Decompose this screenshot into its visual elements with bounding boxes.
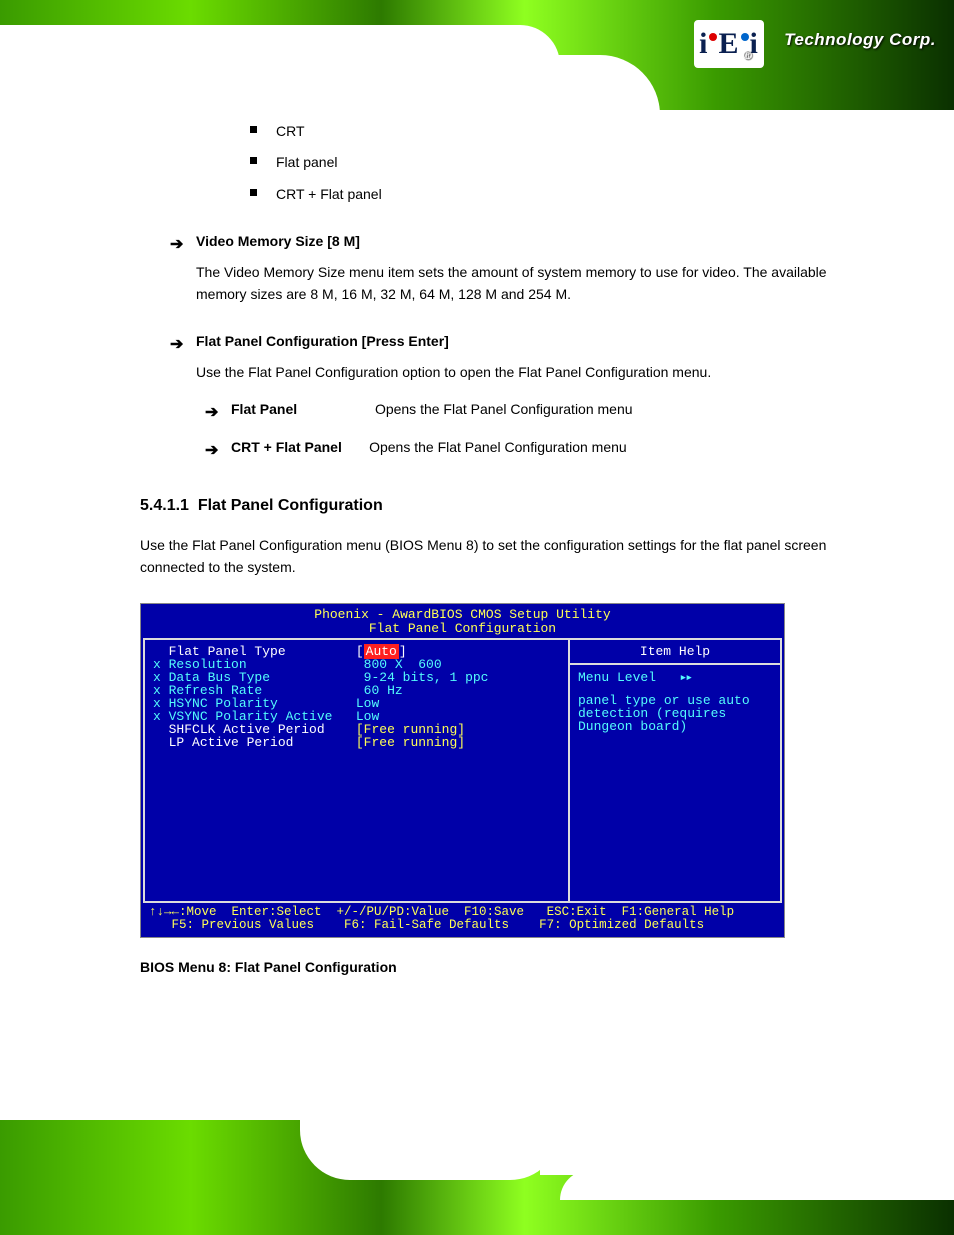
bios-row-lp[interactable]: LP Active Period [Free running] bbox=[153, 736, 560, 749]
bios-right-pane: Item Help Menu Level ▸▸ panel type or us… bbox=[570, 640, 780, 901]
registered-icon: ® bbox=[743, 48, 752, 62]
section-number: 5.4.1.1 bbox=[140, 497, 189, 514]
chevron-right-icon: ▸▸ bbox=[679, 670, 691, 685]
section-body: Use the Flat Panel Configuration menu (B… bbox=[140, 534, 854, 579]
bios-box: Flat Panel Type [Auto] x Resolution 800 … bbox=[143, 638, 782, 903]
option-flat-panel-config: ➔ Flat Panel Configuration [Press Enter] bbox=[140, 330, 854, 352]
option-title: Flat Panel Configuration [Press Enter] bbox=[196, 333, 449, 349]
header-cut bbox=[0, 25, 560, 65]
bios-help-text: panel type or use auto detection (requir… bbox=[578, 694, 772, 733]
footer-cut-strip bbox=[560, 1170, 954, 1200]
brand-logo: iEi bbox=[694, 20, 764, 68]
section-heading: 5.4.1.1 Flat Panel Configuration bbox=[140, 493, 854, 519]
header-curve bbox=[540, 55, 660, 110]
sub-option-desc: Opens the Flat Panel Configuration menu bbox=[369, 439, 627, 455]
bios-help-title: Item Help bbox=[570, 640, 780, 665]
bios-screenshot: Phoenix - AwardBIOS CMOS Setup Utility F… bbox=[140, 603, 785, 938]
footer-band bbox=[0, 1120, 954, 1235]
figure-caption: BIOS Menu 8: Flat Panel Configuration bbox=[140, 956, 854, 978]
bios-title: Phoenix - AwardBIOS CMOS Setup Utility bbox=[143, 606, 782, 622]
option-video-memory: ➔ Video Memory Size [8 M] bbox=[140, 230, 854, 252]
bios-left-pane[interactable]: Flat Panel Type [Auto] x Resolution 800 … bbox=[145, 640, 570, 901]
bios-menu-level: Menu Level ▸▸ bbox=[578, 671, 772, 684]
sub-option-crt-flat-panel: ➔ CRT + Flat Panel Opens the Flat Panel … bbox=[140, 436, 854, 458]
sub-option-flat-panel: ➔ Flat Panel Opens the Flat Panel Config… bbox=[140, 398, 854, 420]
bullet-flat-panel: Flat panel bbox=[140, 151, 854, 173]
bios-footer: ↑↓→←:Move Enter:Select +/-/PU/PD:Value F… bbox=[143, 903, 782, 935]
option-body: Use the Flat Panel Configuration option … bbox=[140, 361, 854, 383]
footer-cut bbox=[300, 1120, 560, 1180]
bios-help-body: Menu Level ▸▸ panel type or use auto det… bbox=[570, 665, 780, 739]
option-title: Video Memory Size [8 M] bbox=[196, 233, 360, 249]
arrow-icon: ➔ bbox=[205, 438, 218, 464]
logo-dot-red bbox=[709, 33, 717, 41]
arrow-icon: ➔ bbox=[170, 232, 183, 258]
arrow-icon: ➔ bbox=[170, 332, 183, 358]
arrow-icon: ➔ bbox=[205, 400, 218, 426]
option-body: The Video Memory Size menu item sets the… bbox=[140, 261, 854, 306]
bullet-label: CRT bbox=[276, 123, 305, 139]
footer-cut-right bbox=[540, 1120, 954, 1175]
bullet-crt-flat-panel: CRT + Flat panel bbox=[140, 183, 854, 205]
brand-corp-text: Technology Corp. bbox=[784, 30, 936, 50]
section-title: Flat Panel Configuration bbox=[198, 497, 383, 514]
sub-option-label: CRT + Flat Panel bbox=[231, 439, 342, 455]
bullet-label: CRT + Flat panel bbox=[276, 186, 382, 202]
sub-option-desc: Opens the Flat Panel Configuration menu bbox=[375, 401, 633, 417]
logo-dot-blue bbox=[741, 33, 749, 41]
page-content: CRT Flat panel CRT + Flat panel ➔ Video … bbox=[140, 120, 854, 979]
bullet-crt: CRT bbox=[140, 120, 854, 142]
bullet-label: Flat panel bbox=[276, 154, 337, 170]
header-cut-lower bbox=[0, 65, 600, 110]
sub-option-label: Flat Panel bbox=[231, 401, 297, 417]
header-band: iEi ® Technology Corp. bbox=[0, 0, 954, 110]
bios-subtitle: Flat Panel Configuration bbox=[143, 622, 782, 638]
